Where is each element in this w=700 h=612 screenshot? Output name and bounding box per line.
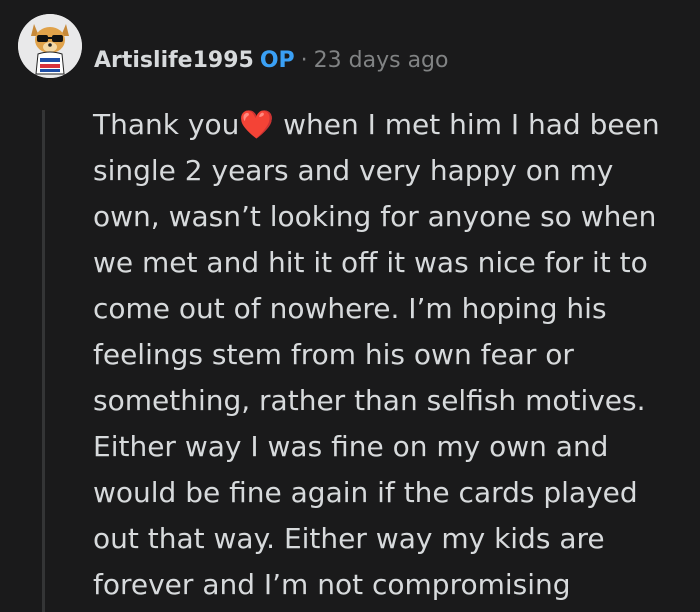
avatar[interactable] (18, 14, 82, 78)
op-badge: OP (259, 48, 295, 73)
timestamp[interactable]: 23 days ago (314, 48, 449, 73)
heart-emoji-icon: ❤️ (239, 108, 275, 141)
comment-body: Thank you❤️ when I met him I had been si… (93, 102, 683, 608)
thread-collapse-line[interactable] (42, 110, 45, 612)
snoo-dog-avatar-icon (18, 14, 82, 78)
comment-body-rest: when I met him I had been single 2 years… (93, 108, 660, 601)
comment-body-lead: Thank you (93, 108, 240, 141)
separator-dot: · (300, 48, 308, 73)
comment: Artislife1995 OP · 23 days ago Thank you❤️ … (0, 0, 700, 612)
comment-meta: Artislife1995 OP · 23 days ago (94, 46, 449, 76)
username-link[interactable]: Artislife1995 (94, 48, 254, 73)
